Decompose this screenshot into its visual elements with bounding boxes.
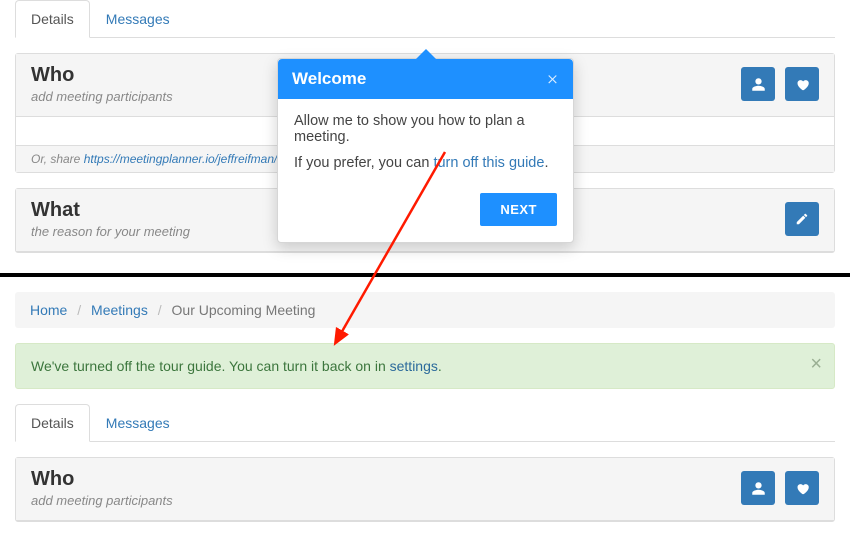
section-divider — [0, 273, 850, 277]
tab-messages[interactable]: Messages — [90, 0, 186, 38]
panel-who-bottom: Who add meeting participants — [15, 457, 835, 522]
person-icon — [751, 481, 766, 496]
alert-text-suffix: . — [438, 358, 442, 374]
breadcrumb-meetings[interactable]: Meetings — [91, 302, 148, 318]
edit-what-button[interactable] — [785, 202, 819, 236]
popover-title: Welcome — [292, 69, 366, 89]
favorite-button-bottom[interactable] — [785, 471, 819, 505]
tabs-top: Details Messages — [15, 0, 835, 38]
tab-details[interactable]: Details — [15, 0, 90, 38]
tab-details-bottom[interactable]: Details — [15, 404, 90, 442]
heart-icon — [795, 481, 810, 496]
share-url-link[interactable]: https://meetingplanner.io/jeffreifman/4I… — [84, 152, 300, 166]
pencil-icon — [795, 212, 809, 226]
breadcrumb-sep: / — [71, 302, 87, 318]
tabs-bottom: Details Messages — [15, 404, 835, 442]
alert-success: We've turned off the tour guide. You can… — [15, 343, 835, 389]
welcome-popover: Welcome Allow me to show you how to plan… — [277, 58, 574, 243]
add-participant-button[interactable] — [741, 67, 775, 101]
popover-line1: Allow me to show you how to plan a meeti… — [294, 113, 557, 145]
breadcrumb-current: Our Upcoming Meeting — [172, 302, 316, 318]
tab-messages-bottom[interactable]: Messages — [90, 404, 186, 442]
person-icon — [751, 77, 766, 92]
favorite-button[interactable] — [785, 67, 819, 101]
who-subtitle: add meeting participants — [31, 89, 173, 104]
add-participant-button-bottom[interactable] — [741, 471, 775, 505]
settings-link[interactable]: settings — [390, 358, 438, 374]
turn-off-guide-link[interactable]: turn off this guide — [433, 155, 544, 171]
who-subtitle-bottom: add meeting participants — [31, 493, 173, 508]
next-button[interactable]: NEXT — [480, 193, 557, 226]
popover-close-button[interactable] — [546, 70, 559, 88]
heart-icon — [795, 77, 810, 92]
who-title: Who — [31, 64, 173, 87]
popover-line2: If you prefer, you can turn off this gui… — [294, 155, 557, 171]
close-icon — [546, 72, 559, 85]
share-prefix: Or, share — [31, 152, 84, 166]
popover-line2-suffix: . — [544, 155, 548, 171]
alert-close-button[interactable]: × — [810, 354, 822, 374]
breadcrumb-sep: / — [152, 302, 168, 318]
what-subtitle: the reason for your meeting — [31, 224, 190, 239]
breadcrumb: Home / Meetings / Our Upcoming Meeting — [15, 292, 835, 328]
breadcrumb-home[interactable]: Home — [30, 302, 67, 318]
who-title-bottom: Who — [31, 468, 173, 491]
alert-text-prefix: We've turned off the tour guide. You can… — [31, 358, 390, 374]
popover-arrow — [416, 49, 436, 59]
what-title: What — [31, 199, 190, 222]
popover-line2-prefix: If you prefer, you can — [294, 155, 433, 171]
